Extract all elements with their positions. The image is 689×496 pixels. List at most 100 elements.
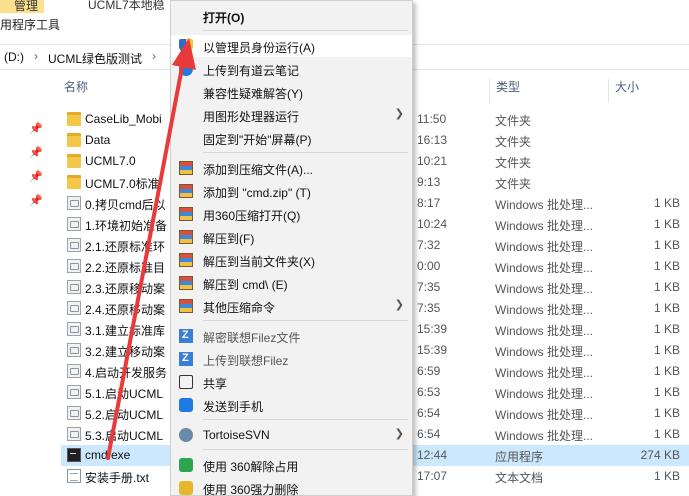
- file-type: 文件夹: [495, 177, 532, 191]
- menu-item[interactable]: 用图形处理器运行 ❯: [171, 104, 412, 126]
- file-name: 0.拷贝cmd后以: [85, 198, 166, 212]
- column-header-name[interactable]: 名称: [64, 78, 88, 102]
- menu-item[interactable]: 共享: [171, 371, 412, 393]
- file-type: Windows 批处理...: [495, 282, 594, 296]
- column-header-type[interactable]: 类型: [496, 78, 520, 102]
- menu-item[interactable]: 解压到 cmd\ (E): [171, 272, 412, 294]
- batch-file-icon: [67, 406, 81, 420]
- menu-item[interactable]: 兼容性疑难解答(Y): [171, 81, 412, 103]
- menu-item[interactable]: 使用 360强力删除: [171, 477, 412, 496]
- file-name: 2.2.还原标准目: [85, 261, 166, 275]
- file-name: 安装手册.txt: [85, 471, 150, 485]
- menu-item-label: 用图形处理器运行: [203, 110, 300, 124]
- archive-icon: [179, 161, 193, 175]
- menu-item[interactable]: 解密联想Filez文件: [171, 325, 412, 347]
- menu-item[interactable]: 以管理员身份运行(A): [171, 35, 412, 57]
- menu-item-label: 以管理员身份运行(A): [203, 41, 315, 55]
- batch-file-icon: [67, 301, 81, 315]
- file-modified: 15:39: [417, 343, 448, 357]
- menu-item[interactable]: 添加到压缩文件(A)...: [171, 157, 412, 179]
- ribbon-tab-manage[interactable]: 管理: [0, 0, 44, 13]
- menu-item[interactable]: TortoiseSVN ❯: [171, 424, 412, 446]
- menu-item-label: TortoiseSVN: [203, 428, 270, 442]
- file-type: Windows 批处理...: [495, 303, 594, 317]
- breadcrumb-drive[interactable]: (D:): [4, 50, 24, 64]
- unlock-360-icon: [179, 458, 193, 472]
- menu-item[interactable]: 其他压缩命令 ❯: [171, 295, 412, 317]
- menu-item-label: 使用 360强力删除: [203, 483, 299, 496]
- file-type: Windows 批处理...: [495, 240, 594, 254]
- file-type: Windows 批处理...: [495, 324, 594, 338]
- pin-icon: 📌: [29, 123, 43, 135]
- menu-item-label: 共享: [203, 377, 228, 391]
- menu-item[interactable]: 上传到有道云笔记: [171, 58, 412, 80]
- ribbon-tab-app-tools[interactable]: 用程序工具: [0, 16, 60, 33]
- file-type: 文件夹: [495, 135, 532, 149]
- archive-icon: [179, 207, 193, 221]
- filez-icon: [179, 352, 193, 366]
- file-modified: 7:32: [417, 238, 441, 252]
- breadcrumb-separator-icon: ›: [152, 49, 156, 63]
- file-modified: 6:59: [417, 364, 441, 378]
- file-size: 1 KB: [653, 364, 680, 378]
- chevron-right-icon: ❯: [394, 299, 404, 311]
- pin-icon: 📌: [29, 195, 43, 207]
- file-modified: 10:21: [417, 154, 448, 168]
- file-name: 1.环境初始准备: [85, 219, 168, 233]
- menu-separator: [203, 449, 408, 450]
- menu-item[interactable]: 解压到当前文件夹(X): [171, 249, 412, 271]
- file-type: Windows 批处理...: [495, 219, 594, 233]
- file-type: 应用程序: [495, 450, 544, 464]
- file-type: Windows 批处理...: [495, 387, 594, 401]
- file-name: UCML7.0标准: [85, 177, 160, 191]
- file-size: 1 KB: [653, 322, 680, 336]
- batch-file-icon: [67, 217, 81, 231]
- folder-icon: [67, 154, 81, 168]
- menu-separator: [203, 419, 408, 420]
- file-modified: 6:53: [417, 385, 441, 399]
- batch-file-icon: [67, 343, 81, 357]
- archive-icon: [179, 276, 193, 290]
- menu-item-label: 解密联想Filez文件: [203, 331, 301, 345]
- file-name: 3.1.建立标准库: [85, 324, 166, 338]
- menu-item[interactable]: 发送到手机: [171, 394, 412, 416]
- file-size: 1 KB: [653, 196, 680, 210]
- menu-separator: [203, 152, 408, 153]
- file-modified: 7:35: [417, 301, 441, 315]
- shield-icon: [179, 39, 193, 53]
- file-name: Data: [85, 133, 111, 147]
- chevron-right-icon: ❯: [394, 428, 404, 440]
- menu-item[interactable]: 解压到(F): [171, 226, 412, 248]
- text-file-icon: [67, 469, 81, 483]
- console-app-icon: [67, 448, 81, 462]
- file-modified: 9:13: [417, 175, 441, 189]
- file-modified: 10:24: [417, 217, 448, 231]
- archive-icon: [179, 299, 193, 313]
- menu-item[interactable]: 添加到 "cmd.zip" (T): [171, 180, 412, 202]
- file-size: 1 KB: [653, 259, 680, 273]
- file-size: 1 KB: [653, 385, 680, 399]
- file-size: 1 KB: [653, 427, 680, 441]
- batch-file-icon: [67, 259, 81, 273]
- file-type: Windows 批处理...: [495, 408, 594, 422]
- menu-item-label: 解压到当前文件夹(X): [203, 255, 315, 269]
- delete-360-icon: [179, 481, 193, 495]
- column-divider[interactable]: [608, 79, 609, 103]
- menu-item[interactable]: 打开(O): [171, 5, 412, 27]
- menu-item[interactable]: 上传到联想Filez: [171, 348, 412, 370]
- menu-item[interactable]: 用360压缩打开(Q): [171, 203, 412, 225]
- pin-icon: 📌: [29, 171, 43, 183]
- column-divider[interactable]: [489, 79, 490, 103]
- menu-item[interactable]: 固定到"开始"屏幕(P): [171, 127, 412, 149]
- column-header-size[interactable]: 大小: [615, 78, 639, 102]
- file-type: Windows 批处理...: [495, 429, 594, 443]
- breadcrumb-folder[interactable]: UCML绿色版测试: [48, 50, 142, 67]
- file-name: UCML7.0: [85, 154, 136, 168]
- file-name: 5.3.启动UCML: [85, 429, 164, 443]
- menu-item[interactable]: 使用 360解除占用: [171, 454, 412, 476]
- explorer-window: 管理 UCML7本地稳 用程序工具 (D:) › UCML绿色版测试 › 名称 …: [0, 0, 689, 496]
- file-modified: 0:00: [417, 259, 441, 273]
- menu-item-label: 其他压缩命令: [203, 301, 276, 315]
- file-type: Windows 批处理...: [495, 345, 594, 359]
- menu-item-label: 解压到 cmd\ (E): [203, 278, 288, 292]
